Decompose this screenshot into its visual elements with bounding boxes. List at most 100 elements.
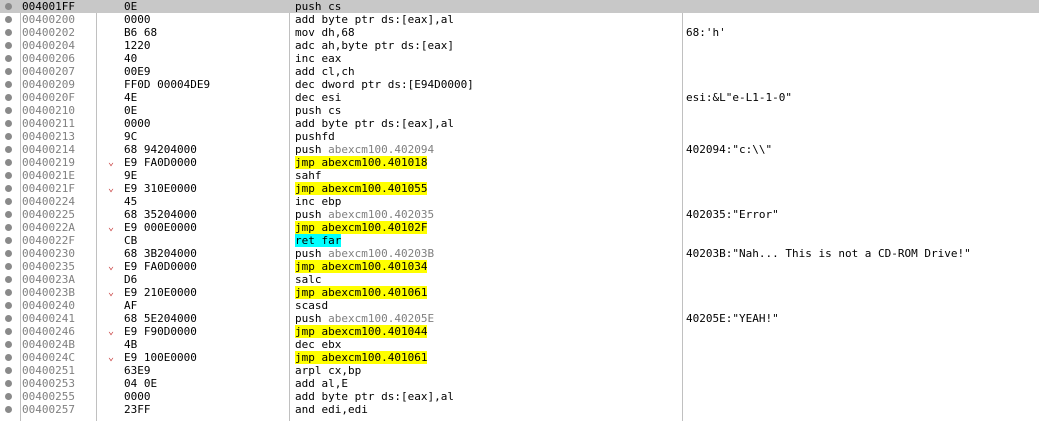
disassembly-row[interactable]: 00400204 1220 adc ah,byte ptr ds:[eax] (0, 39, 1039, 52)
breakpoint-gutter[interactable] (0, 312, 20, 325)
breakpoint-gutter[interactable] (0, 364, 20, 377)
breakpoint-dot-icon[interactable] (5, 211, 12, 218)
disassembly-row[interactable]: 0040021E 9E sahf (0, 169, 1039, 182)
breakpoint-dot-icon[interactable] (5, 16, 12, 23)
breakpoint-gutter[interactable] (0, 156, 20, 169)
disassembly-row[interactable]: 0040022F CB ret far (0, 234, 1039, 247)
breakpoint-dot-icon[interactable] (5, 315, 12, 322)
breakpoint-gutter[interactable] (0, 130, 20, 143)
breakpoint-dot-icon[interactable] (5, 276, 12, 283)
breakpoint-gutter[interactable] (0, 0, 20, 13)
breakpoint-gutter[interactable] (0, 169, 20, 182)
breakpoint-dot-icon[interactable] (5, 94, 12, 101)
disassembly-row[interactable]: 0040021F ⌄ E9 310E0000 jmp abexcm100.401055 (0, 182, 1039, 195)
breakpoint-dot-icon[interactable] (5, 68, 12, 75)
breakpoint-gutter[interactable] (0, 390, 20, 403)
breakpoint-gutter[interactable] (0, 260, 20, 273)
breakpoint-dot-icon[interactable] (5, 367, 12, 374)
disassembly-row[interactable]: 00400225 68 35204000 push abexcm100.402035… (0, 208, 1039, 221)
breakpoint-dot-icon[interactable] (5, 29, 12, 36)
breakpoint-gutter[interactable] (0, 91, 20, 104)
breakpoint-dot-icon[interactable] (5, 393, 12, 400)
breakpoint-gutter[interactable] (0, 143, 20, 156)
breakpoint-dot-icon[interactable] (5, 354, 12, 361)
breakpoint-dot-icon[interactable] (5, 341, 12, 348)
breakpoint-dot-icon[interactable] (5, 250, 12, 257)
breakpoint-gutter[interactable] (0, 182, 20, 195)
breakpoint-dot-icon[interactable] (5, 224, 12, 231)
breakpoint-gutter[interactable] (0, 13, 20, 26)
disassembly-row[interactable]: 0040024C ⌄ E9 100E0000 jmp abexcm100.401061 (0, 351, 1039, 364)
instruction-bytes: 45 (124, 195, 138, 208)
disassembly-row[interactable]: 00400240 AF scasd (0, 299, 1039, 312)
breakpoint-gutter[interactable] (0, 221, 20, 234)
breakpoint-gutter[interactable] (0, 195, 20, 208)
disassembly-row[interactable]: 00400209 FF0D 00004DE9 dec dword ptr ds:[E… (0, 78, 1039, 91)
breakpoint-dot-icon[interactable] (5, 302, 12, 309)
breakpoint-dot-icon[interactable] (5, 328, 12, 335)
breakpoint-gutter[interactable] (0, 234, 20, 247)
disassembly-row[interactable]: 00400257 23FF and edi,edi (0, 403, 1039, 416)
breakpoint-dot-icon[interactable] (5, 159, 12, 166)
breakpoint-dot-icon[interactable] (5, 42, 12, 49)
disassembly-row[interactable]: 004001FF 0E push cs (0, 0, 1039, 13)
breakpoint-gutter[interactable] (0, 351, 20, 364)
breakpoint-gutter[interactable] (0, 377, 20, 390)
disassembly-row[interactable]: 00400241 68 5E204000 push abexcm100.40205E… (0, 312, 1039, 325)
breakpoint-gutter[interactable] (0, 39, 20, 52)
disassembly-row[interactable]: 0040023A D6 salc (0, 273, 1039, 286)
disassembly-listing[interactable]: 004001FF 0E push cs 00400200 0000 add byte pt… (0, 0, 1039, 421)
disassembly-row[interactable]: 00400207 00E9 add cl,ch (0, 65, 1039, 78)
breakpoint-dot-icon[interactable] (5, 198, 12, 205)
comment: 40205E:"YEAH!" (686, 312, 779, 325)
breakpoint-dot-icon[interactable] (5, 81, 12, 88)
breakpoint-dot-icon[interactable] (5, 133, 12, 140)
disassembly-row[interactable]: 00400213 9C pushfd (0, 130, 1039, 143)
breakpoint-gutter[interactable] (0, 65, 20, 78)
disassembly-row[interactable]: 00400230 68 3B204000 push abexcm100.40203B… (0, 247, 1039, 260)
mnemonic: add byte ptr ds:[eax],al (295, 390, 454, 403)
disassembly-row[interactable]: 0040022A ⌄ E9 000E0000 jmp abexcm100.40102F (0, 221, 1039, 234)
breakpoint-gutter[interactable] (0, 208, 20, 221)
disassembly-row[interactable]: 00400214 68 94204000 push abexcm100.402094… (0, 143, 1039, 156)
breakpoint-dot-icon[interactable] (5, 55, 12, 62)
breakpoint-dot-icon[interactable] (5, 3, 12, 10)
breakpoint-gutter[interactable] (0, 273, 20, 286)
breakpoint-gutter[interactable] (0, 117, 20, 130)
breakpoint-gutter[interactable] (0, 52, 20, 65)
disassembly-row[interactable]: 00400200 0000 add byte ptr ds:[eax],al (0, 13, 1039, 26)
breakpoint-gutter[interactable] (0, 338, 20, 351)
breakpoint-dot-icon[interactable] (5, 237, 12, 244)
breakpoint-gutter[interactable] (0, 104, 20, 117)
disassembly-row[interactable]: 00400210 0E push cs (0, 104, 1039, 117)
breakpoint-gutter[interactable] (0, 325, 20, 338)
breakpoint-gutter[interactable] (0, 286, 20, 299)
breakpoint-gutter[interactable] (0, 78, 20, 91)
breakpoint-gutter[interactable] (0, 403, 20, 416)
disassembly-row[interactable]: 00400219 ⌄ E9 FA0D0000 jmp abexcm100.401018 (0, 156, 1039, 169)
disassembly-row[interactable]: 00400224 45 inc ebp (0, 195, 1039, 208)
disassembly-row[interactable]: 00400255 0000 add byte ptr ds:[eax],al (0, 390, 1039, 403)
disassembly-row[interactable]: 00400246 ⌄ E9 F90D0000 jmp abexcm100.401044 (0, 325, 1039, 338)
breakpoint-dot-icon[interactable] (5, 185, 12, 192)
disassembly-row[interactable]: 0040023B ⌄ E9 210E0000 jmp abexcm100.401061 (0, 286, 1039, 299)
breakpoint-gutter[interactable] (0, 299, 20, 312)
breakpoint-dot-icon[interactable] (5, 380, 12, 387)
breakpoint-dot-icon[interactable] (5, 120, 12, 127)
breakpoint-dot-icon[interactable] (5, 146, 12, 153)
breakpoint-dot-icon[interactable] (5, 289, 12, 296)
disassembly-row[interactable]: 00400211 0000 add byte ptr ds:[eax],al (0, 117, 1039, 130)
disassembly-row[interactable]: 0040024B 4B dec ebx (0, 338, 1039, 351)
breakpoint-dot-icon[interactable] (5, 172, 12, 179)
disassembly-row[interactable]: 00400206 40 inc eax (0, 52, 1039, 65)
disassembly-row[interactable]: 0040020F 4E dec esi esi:&L"e-L1-1-0" (0, 91, 1039, 104)
disassembly-row[interactable]: 00400253 04 0E add al,E (0, 377, 1039, 390)
disassembly-row[interactable]: 00400235 ⌄ E9 FA0D0000 jmp abexcm100.401034 (0, 260, 1039, 273)
breakpoint-dot-icon[interactable] (5, 107, 12, 114)
breakpoint-gutter[interactable] (0, 26, 20, 39)
breakpoint-dot-icon[interactable] (5, 263, 12, 270)
breakpoint-gutter[interactable] (0, 247, 20, 260)
breakpoint-dot-icon[interactable] (5, 406, 12, 413)
disassembly-row[interactable]: 00400202 B6 68 mov dh,68 68:'h' (0, 26, 1039, 39)
disassembly-row[interactable]: 00400251 63E9 arpl cx,bp (0, 364, 1039, 377)
